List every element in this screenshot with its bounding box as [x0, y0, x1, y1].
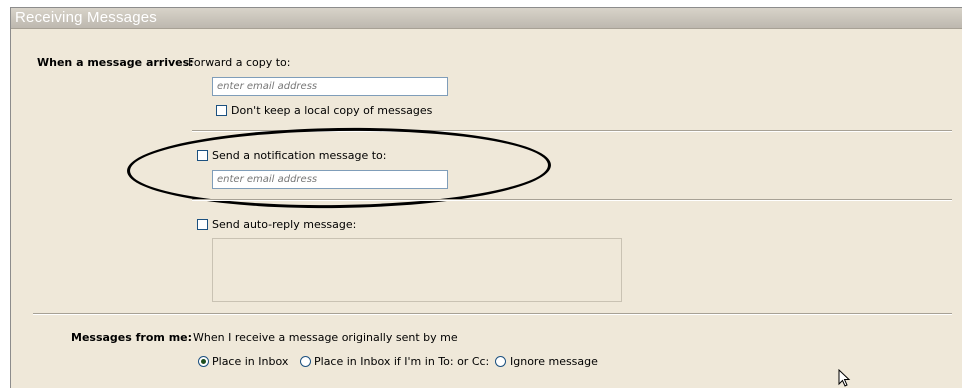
radio-ignore-message[interactable]	[495, 356, 506, 367]
auto-reply-message-textarea[interactable]	[212, 238, 622, 302]
section-header: Receiving Messages	[11, 8, 962, 29]
radio-label-place-in-inbox-if-to-cc: Place in Inbox if I'm in To: or Cc:	[314, 355, 490, 368]
divider	[33, 313, 952, 315]
send-notification-checkbox[interactable]	[197, 150, 208, 161]
messages-from-me-label: Messages from me:	[71, 331, 193, 344]
mouse-pointer-icon	[838, 369, 851, 387]
radio-label-ignore-message: Ignore message	[510, 355, 598, 368]
forward-email-input[interactable]: enter email address	[212, 77, 448, 96]
radio-place-in-inbox[interactable]	[198, 356, 209, 367]
radio-label-place-in-inbox: Place in Inbox	[212, 355, 289, 368]
messages-from-me-description: When I receive a message originally sent…	[193, 331, 458, 344]
send-notification-label: Send a notification message to:	[212, 149, 387, 162]
section-title: Receiving Messages	[15, 9, 157, 26]
divider	[192, 199, 952, 201]
dont-keep-local-copy-label: Don't keep a local copy of messages	[231, 104, 433, 117]
arrival-label: When a message arrives:	[37, 56, 194, 69]
dont-keep-local-copy-checkbox[interactable]	[216, 105, 227, 116]
send-auto-reply-label: Send auto-reply message:	[212, 218, 357, 231]
notification-email-input[interactable]: enter email address	[212, 170, 448, 189]
send-auto-reply-checkbox[interactable]	[197, 219, 208, 230]
forward-label: Forward a copy to:	[188, 56, 291, 69]
divider	[192, 130, 952, 132]
radio-place-in-inbox-if-to-cc[interactable]	[300, 356, 311, 367]
